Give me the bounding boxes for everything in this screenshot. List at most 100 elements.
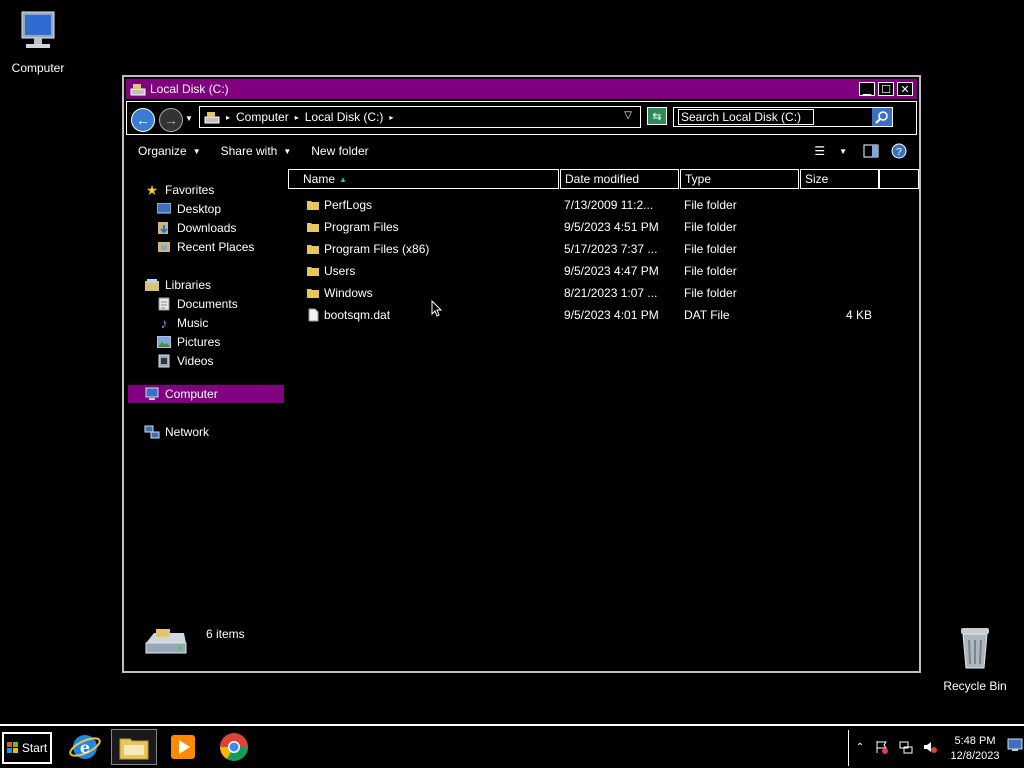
nav-label: Libraries: [165, 278, 212, 292]
maximize-button[interactable]: ☐: [878, 82, 894, 96]
nav-label: Music: [177, 316, 209, 330]
file-name: Program Files: [324, 220, 399, 234]
share-with-button[interactable]: Share with ▼: [221, 144, 292, 158]
view-options-button[interactable]: ☰ ▼: [814, 144, 847, 158]
nav-label: Favorites: [165, 183, 215, 197]
new-folder-button[interactable]: New folder: [311, 144, 368, 158]
address-bar[interactable]: ▸ Computer ▸ Local Disk (C:) ▸ ▽: [199, 106, 641, 128]
show-hidden-icons-button[interactable]: ⌃: [853, 740, 867, 754]
column-header-date[interactable]: Date modified: [560, 169, 679, 189]
nav-libraries[interactable]: Libraries: [144, 276, 211, 294]
nav-label: Videos: [177, 354, 214, 368]
column-label: Size: [805, 172, 829, 186]
chevron-right-icon[interactable]: ▸: [389, 113, 393, 122]
file-row[interactable]: Windows 8/21/2023 1:07 ... File folder: [288, 283, 919, 305]
file-row[interactable]: Program Files (x86) 5/17/2023 7:37 ... F…: [288, 239, 919, 261]
search-button[interactable]: [872, 108, 892, 126]
organize-label: Organize: [138, 144, 187, 158]
folder-icon: [307, 245, 319, 254]
column-header-name[interactable]: Name ▲: [288, 169, 559, 189]
taskbar-chrome[interactable]: [211, 729, 257, 765]
nav-network[interactable]: Network: [144, 423, 209, 441]
search-box[interactable]: [673, 107, 893, 127]
window-title: Local Disk (C:): [150, 82, 229, 96]
nav-item-pictures[interactable]: Pictures: [156, 333, 220, 351]
file-date: 5/17/2023 7:37 ...: [564, 242, 658, 256]
file-row[interactable]: bootsqm.dat 9/5/2023 4:01 PM DAT File 4 …: [288, 305, 919, 327]
volume-muted-icon[interactable]: [923, 740, 937, 754]
close-icon: ✕: [900, 83, 910, 96]
nav-item-videos[interactable]: Videos: [156, 352, 213, 370]
breadcrumb-local-disk[interactable]: Local Disk (C:): [305, 110, 384, 124]
organize-button[interactable]: Organize ▼: [138, 144, 201, 158]
nav-favorites[interactable]: ★ Favorites: [144, 181, 215, 199]
nav-label: Pictures: [177, 335, 221, 349]
nav-item-documents[interactable]: Documents: [156, 295, 238, 313]
desktop-icon-recycle-bin[interactable]: Recycle Bin: [935, 624, 1015, 693]
file-name: Users: [324, 264, 356, 278]
file-size: 4 KB: [845, 308, 872, 322]
action-center-icon[interactable]: [875, 740, 889, 754]
documents-icon: [156, 296, 172, 312]
command-bar: Organize ▼ Share with ▼ New folder ☰ ▼ ?: [126, 137, 917, 165]
file-icon: [308, 308, 319, 322]
file-row[interactable]: Program Files 9/5/2023 4:51 PM File fold…: [288, 217, 919, 239]
chrome-icon: [220, 733, 248, 761]
view-list-icon: ☰: [814, 144, 826, 158]
search-input[interactable]: [678, 109, 814, 125]
show-desktop-icon: [1007, 738, 1023, 751]
window-titlebar[interactable]: Local Disk (C:) ▁ ☐ ✕: [126, 79, 917, 99]
network-status-icon[interactable]: [899, 740, 913, 754]
file-row[interactable]: PerfLogs 7/13/2009 11:2... File folder: [288, 195, 919, 217]
nav-label: Desktop: [177, 202, 222, 216]
file-date: 9/5/2023 4:47 PM: [564, 264, 659, 278]
folder-icon: [307, 267, 319, 276]
desktop-icon-computer[interactable]: Computer: [0, 10, 78, 75]
nav-item-desktop[interactable]: Desktop: [156, 200, 221, 218]
chevron-right-icon[interactable]: ▸: [226, 113, 230, 122]
file-name: Program Files (x86): [324, 242, 430, 256]
drive-icon: [145, 629, 187, 654]
help-button[interactable]: ?: [891, 143, 907, 159]
minimize-button[interactable]: ▁: [859, 82, 875, 96]
preview-pane-button[interactable]: [863, 144, 879, 158]
file-type: File folder: [684, 264, 737, 278]
file-date: 7/13/2009 11:2...: [564, 198, 654, 212]
nav-item-downloads[interactable]: Downloads: [156, 219, 236, 237]
nav-item-music[interactable]: ♪ Music: [156, 314, 209, 332]
address-dropdown-icon[interactable]: ▽: [624, 110, 632, 121]
column-header-spacer: [879, 169, 919, 189]
file-date: 9/5/2023 4:01 PM: [564, 308, 659, 322]
folder-icon: [307, 223, 319, 232]
column-header-size[interactable]: Size: [800, 169, 879, 189]
back-button[interactable]: ←: [131, 108, 155, 132]
network-icon: [144, 424, 160, 440]
folder-icon: [307, 289, 319, 298]
taskbar-file-explorer[interactable]: [111, 729, 157, 765]
desktop-icon-label: Computer: [11, 61, 65, 75]
file-name: bootsqm.dat: [324, 308, 391, 322]
drive-icon: [130, 84, 146, 96]
folder-icon: [307, 201, 319, 210]
taskbar-internet-explorer[interactable]: e: [62, 729, 108, 765]
address-row: ← → ▼ ▸ Computer ▸ Local Disk (C:) ▸ ▽ ⇆: [126, 101, 917, 135]
nav-computer[interactable]: Computer: [128, 385, 284, 403]
start-button[interactable]: Start: [2, 732, 52, 764]
history-dropdown-icon[interactable]: ▼: [185, 114, 193, 123]
breadcrumb-computer[interactable]: Computer: [236, 110, 289, 124]
nav-item-recent-places[interactable]: Recent Places: [156, 238, 254, 256]
refresh-button[interactable]: ⇆: [647, 107, 667, 125]
column-header-type[interactable]: Type: [680, 169, 799, 189]
forward-button[interactable]: →: [159, 108, 183, 132]
clock[interactable]: 5:48 PM 12/8/2023: [947, 734, 1003, 764]
close-button[interactable]: ✕: [897, 82, 913, 96]
file-row[interactable]: Users 9/5/2023 4:47 PM File folder: [288, 261, 919, 283]
show-desktop-button[interactable]: [1007, 738, 1023, 754]
desktop-icon-label: Recycle Bin: [943, 679, 1007, 693]
item-count: 6 items: [206, 627, 245, 641]
forward-arrow-icon: →: [164, 112, 178, 128]
chevron-right-icon[interactable]: ▸: [295, 113, 299, 122]
recycle-bin-icon: [961, 628, 989, 669]
taskbar-media-player[interactable]: [160, 729, 206, 765]
file-name: Windows: [324, 286, 373, 300]
